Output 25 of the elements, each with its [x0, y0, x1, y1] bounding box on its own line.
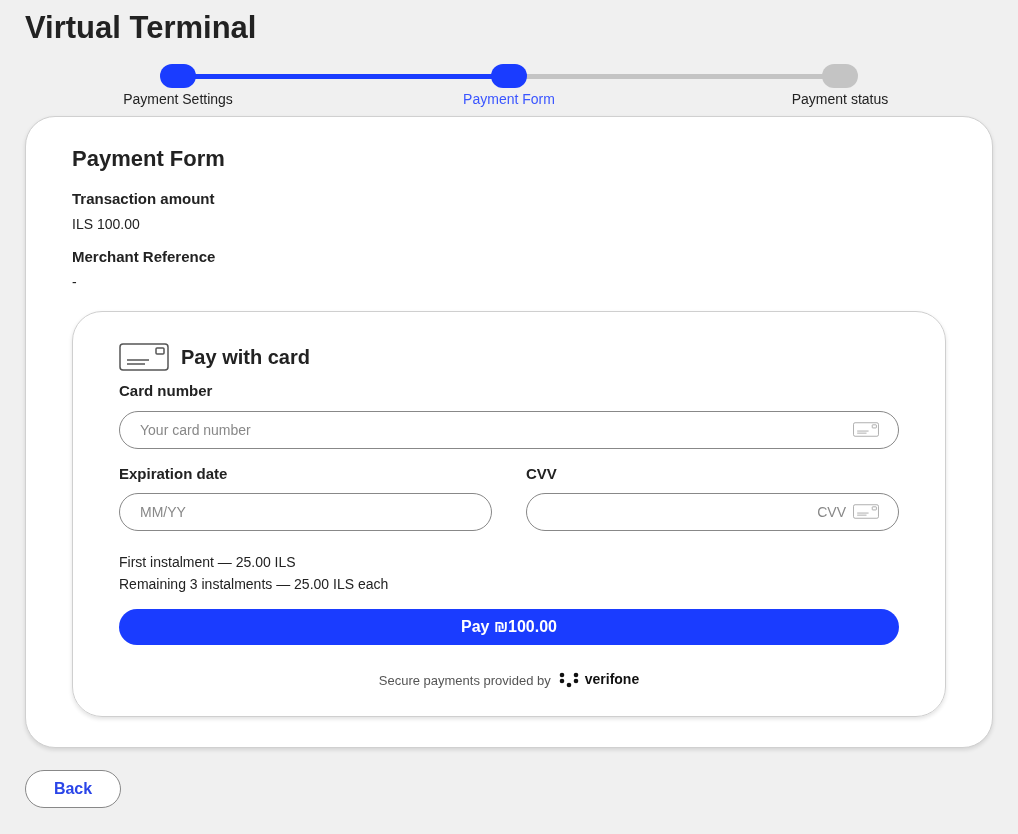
step-label[interactable]: Payment Settings: [123, 89, 233, 110]
detail-label: Transaction amount: [72, 189, 216, 209]
credit-card-icon: [853, 421, 879, 437]
instalment-text: First instalment — 25.00 ILS: [119, 553, 297, 571]
input-field[interactable]: Your card number: [119, 410, 899, 449]
field-label: Expiration date: [119, 463, 229, 484]
secure-payments-text: Secure payments provided by: [378, 671, 551, 690]
form-title: Payment Form: [72, 145, 226, 173]
detail-value: ILS 100.00: [72, 215, 141, 233]
card-back-icon: [853, 504, 879, 519]
page-title: Virtual Terminal: [25, 10, 258, 46]
back-button[interactable]: Back: [25, 770, 121, 808]
brand-logo-text: verifone: [584, 670, 640, 689]
input-field[interactable]: CVV: [526, 493, 899, 531]
step-label[interactable]: Payment Form: [463, 89, 555, 110]
field-label: CVV: [526, 463, 558, 484]
detail-value: -: [72, 273, 78, 291]
card-section-title: Pay with card: [181, 345, 310, 370]
detail-label: Merchant Reference: [72, 247, 217, 267]
pay-button[interactable]: Pay ₪100.00: [119, 609, 899, 645]
field-label: Card number: [119, 381, 214, 401]
credit-card-icon: [119, 343, 169, 371]
step-label[interactable]: Payment status: [791, 89, 889, 110]
instalment-text: Remaining 3 instalments — 25.00 ILS each: [119, 575, 390, 593]
input-field[interactable]: MM/YY: [119, 493, 492, 531]
